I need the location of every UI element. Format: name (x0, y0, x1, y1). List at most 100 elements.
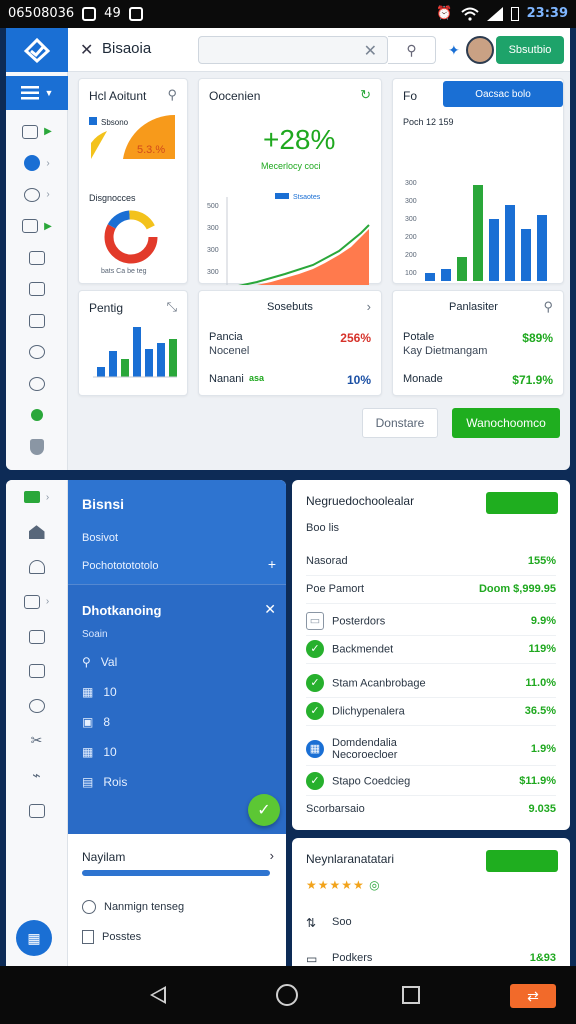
sidebar-item-edit[interactable] (6, 305, 68, 337)
list-item-label: Val (100, 655, 118, 669)
close-icon[interactable]: ✕ (264, 601, 276, 618)
sidebar-item-bell[interactable] (6, 400, 68, 432)
avatar[interactable] (466, 36, 494, 64)
sidebar-item-gauge[interactable] (6, 689, 67, 724)
y-tick: 300 (405, 216, 417, 223)
sidebar-item-stats[interactable]: › (6, 480, 67, 515)
panel-row[interactable]: Bosivot (82, 532, 118, 544)
check-fab[interactable]: ✓ (248, 794, 280, 826)
area-fill (257, 229, 369, 285)
table-row[interactable]: ✓ Stam Acanbrobage 11.0% (306, 668, 556, 698)
search-button[interactable]: ⚲ (388, 36, 436, 64)
sidebar-item-chart[interactable] (6, 242, 68, 274)
person-icon: ⚲ (82, 655, 91, 669)
y-tick: 300 (207, 269, 219, 276)
row-label[interactable]: Podkers (332, 952, 372, 964)
sidebar-item-settings[interactable] (6, 368, 68, 400)
sidebar-item-info[interactable] (6, 337, 68, 369)
chevron-right-icon[interactable]: › (367, 299, 371, 314)
recents-icon[interactable] (402, 986, 420, 1004)
clock-icon (24, 155, 41, 172)
search-icon[interactable]: ⚲ (543, 299, 553, 315)
app-shortcut-icon[interactable]: ⇄ (510, 984, 556, 1008)
sidebar-item-calendar[interactable] (6, 619, 67, 654)
sidebar-item-folder[interactable]: ▶ (6, 211, 68, 243)
sidebar-item-clock[interactable]: › (6, 148, 68, 180)
calendar-icon: ▦ (306, 739, 324, 758)
card-title: Sosebuts (267, 301, 313, 313)
list-item[interactable]: ▤ Rois (82, 775, 127, 789)
sidebar-item-user[interactable]: › (6, 179, 68, 211)
search-input[interactable]: ✕ (198, 36, 388, 64)
panel-row[interactable]: Pochototototolo (82, 560, 158, 572)
bottom-left-panel: › › ✂ ⌁ Bisnsi Bosivot Pochototototolo +… (6, 480, 286, 966)
home-icon[interactable] (276, 984, 298, 1006)
calendar-fab[interactable]: ▦ (16, 920, 52, 956)
list-item[interactable]: ▦ 10 (82, 745, 117, 759)
list-item[interactable]: ▣ 8 (82, 715, 110, 729)
status-bar: 06508036 49 ⏰ 23:39 (0, 0, 576, 28)
chevron-right-icon[interactable]: › (270, 848, 274, 863)
close-icon[interactable]: ✕ (80, 40, 93, 60)
menu-toggle[interactable]: ▼ (6, 76, 68, 110)
check-icon: ✓ (306, 771, 324, 790)
sidebar-item-home[interactable] (6, 515, 67, 550)
star-rating[interactable]: ★★★★★ ◎ (306, 878, 381, 892)
book-icon: ▭ (306, 952, 318, 966)
sidebar-item-folder[interactable]: › (6, 584, 67, 619)
clock-text: 23:39 (526, 6, 568, 21)
check-icon: ✓ (306, 639, 324, 658)
page-title: Bisaoia (102, 40, 152, 57)
section-title: Nayilam (82, 850, 126, 864)
list-item[interactable]: Posstes (82, 930, 141, 944)
top-header: ✕ Bisaoia ✕ ⚲ ✦ Sbsutbio (68, 28, 570, 72)
calendar-icon: ▦ (27, 929, 41, 946)
bar (97, 367, 105, 377)
action-button[interactable] (486, 850, 558, 872)
sidebar-item-shield[interactable] (6, 431, 68, 463)
sidebar-item-doc[interactable] (6, 274, 68, 306)
mini-bar-chart (93, 327, 177, 378)
table-row[interactable]: ▭ Posterdors 9.9% (306, 606, 556, 636)
sidebar-item-tag[interactable]: ⌁ (6, 758, 67, 793)
row-value: $71.9% (512, 373, 553, 387)
table-row[interactable]: Nasorad 155% (306, 546, 556, 576)
tools-icon: ✂ (30, 732, 43, 749)
list-item[interactable]: Nanmign tenseg (82, 900, 184, 914)
sidebar-item-grid[interactable]: ▶ (6, 116, 68, 148)
table-row[interactable]: Scorbarsaio 9.035 (306, 794, 556, 824)
list-item[interactable]: ⚲ Val (82, 655, 117, 669)
doc-icon (82, 930, 94, 944)
add-icon[interactable]: + (268, 556, 276, 572)
clear-icon[interactable]: ✕ (364, 41, 377, 61)
pin-icon[interactable]: ✦ (448, 42, 460, 59)
sidebar-item-tools[interactable]: ✂ (6, 724, 67, 759)
card-panel: Panlasiter ⚲ Potale Kay Dietmangam $89% … (392, 290, 564, 396)
back-icon[interactable] (150, 986, 166, 1004)
bell-icon (31, 409, 43, 422)
sidebar-item-doc[interactable] (6, 654, 67, 689)
sidebar-item-edit[interactable] (6, 793, 67, 828)
confirm-button[interactable]: Wanochoomco (452, 408, 560, 438)
notification-icon (128, 6, 143, 21)
row-value: 1.9% (530, 742, 556, 755)
row-label[interactable]: Soo (332, 916, 352, 928)
table-row[interactable]: ✓ Dlichypenalera 36.5% (306, 696, 556, 726)
app-logo[interactable] (6, 28, 68, 72)
tag-icon: ⌁ (32, 767, 41, 784)
grid-icon (22, 124, 39, 139)
sidebar-item-tent[interactable] (6, 550, 67, 585)
dismiss-button[interactable]: Donstare (362, 408, 438, 438)
bar (121, 359, 129, 377)
bar (157, 343, 165, 377)
table-row[interactable]: ✓ Backmendet 119% (306, 634, 556, 664)
table-row[interactable]: ▦ Domdendalia Necoroecloer 1.9% (306, 732, 556, 766)
subscribe-button[interactable]: Sbsutbio (496, 36, 564, 64)
table-row[interactable]: ✓ Stapo Coedcieg $11.9% (306, 766, 556, 796)
list-item[interactable]: ▦ 10 (82, 685, 117, 699)
table-row[interactable]: Poe Pamort Doom $,999.95 (306, 574, 556, 604)
action-button[interactable] (486, 492, 558, 514)
gauge-icon (28, 699, 45, 714)
row-label: Pancia (209, 331, 243, 343)
panel-title: Negruedochoolealar (306, 494, 415, 508)
